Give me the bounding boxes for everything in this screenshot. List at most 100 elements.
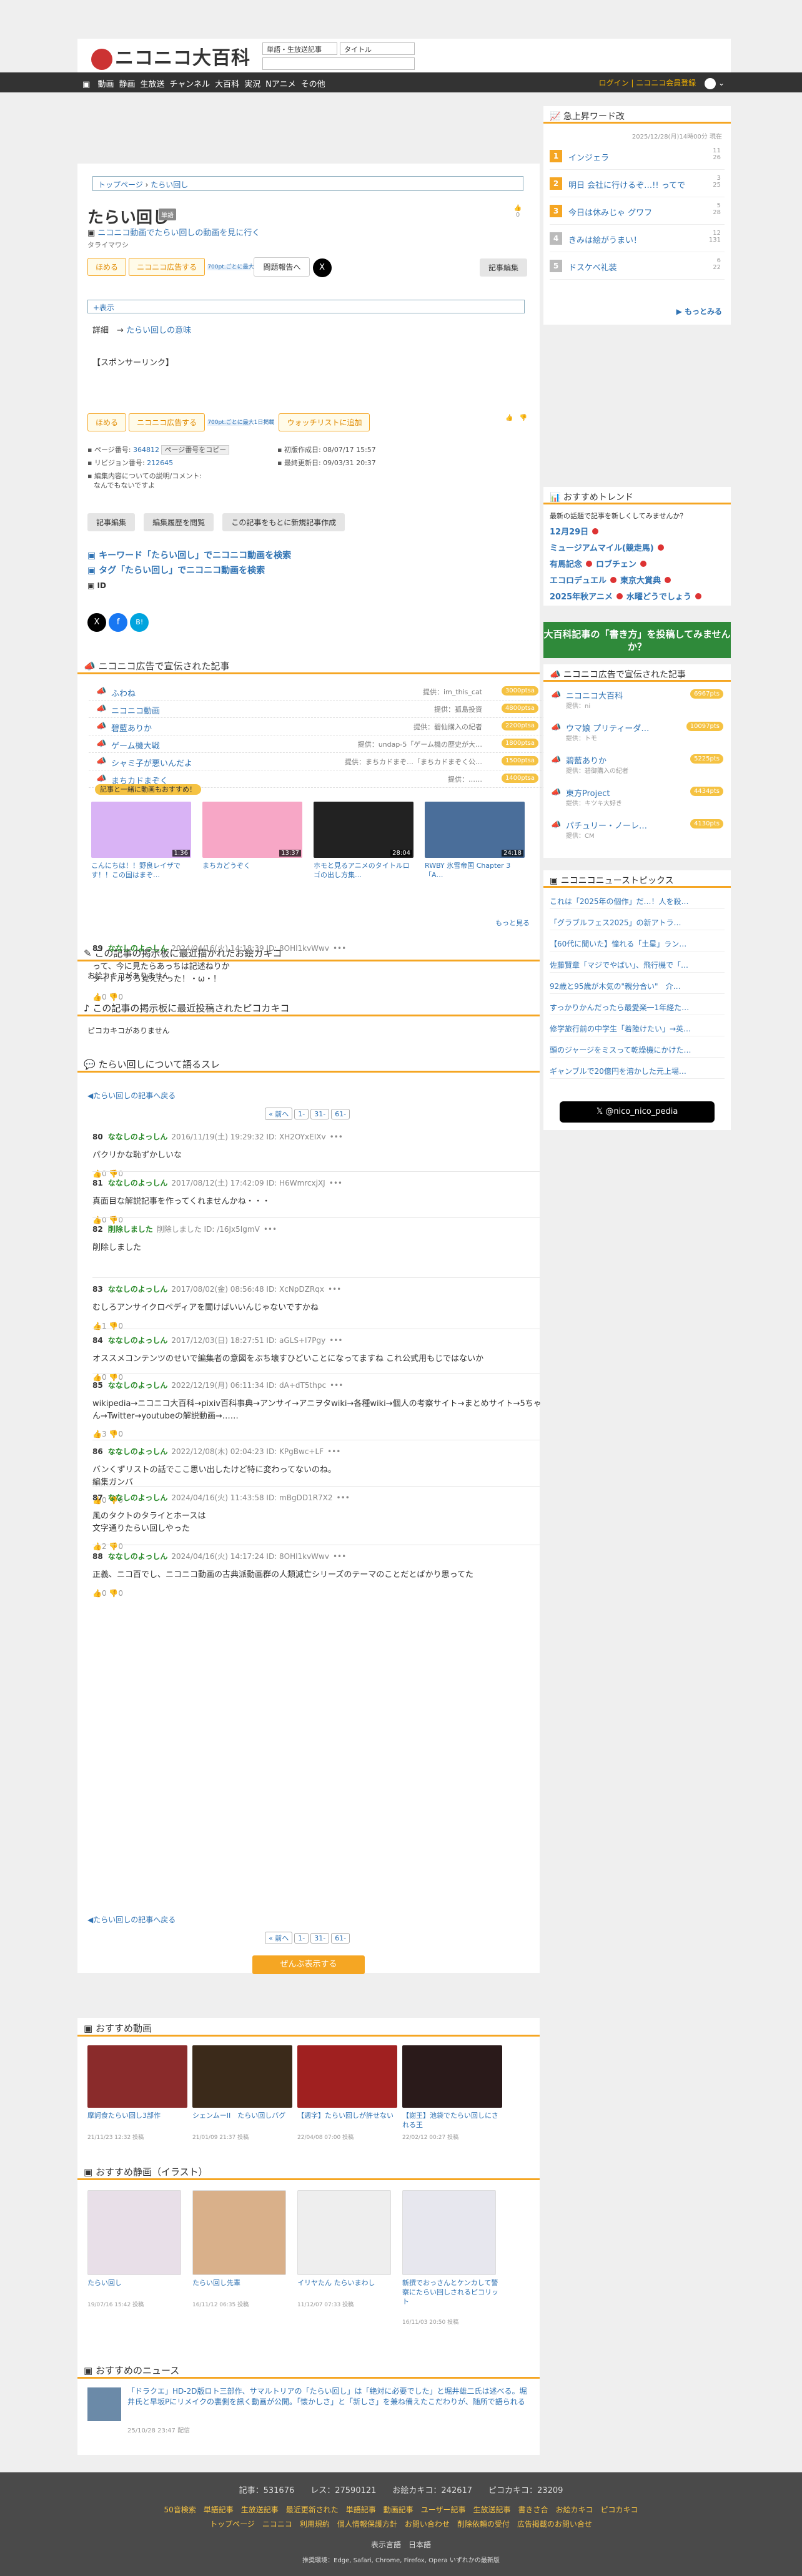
video-title[interactable]: まちカどうぞく	[202, 862, 302, 871]
news-topic[interactable]: 92歳と95歳が木気の"親分合い" 介…	[550, 978, 725, 994]
post-number[interactable]: 80	[92, 1133, 103, 1141]
watchlist-button[interactable]: ウォッチリストに追加	[279, 413, 370, 431]
video-thumbnail[interactable]	[192, 2045, 292, 2108]
nicoad-button-bottom[interactable]: ニコニコ広告する	[129, 413, 205, 431]
search-input[interactable]	[262, 57, 415, 70]
kw-more-link[interactable]: ▶ もっとみる	[676, 306, 722, 317]
nicoad-item[interactable]: 📣 ふわね 提供：im_this_cat 3000ptsa	[89, 683, 545, 701]
history-button[interactable]: 編集履歴を閲覧	[144, 513, 214, 531]
copy-page-no-button[interactable]: ページ番号をコピー	[161, 445, 230, 455]
news-topic[interactable]: 修学旅行前の中学生「着陸けたい」→英…	[550, 1020, 725, 1036]
home-icon[interactable]: ▣	[82, 80, 90, 89]
side-ad-title[interactable]: ウマ娘 プリティーダ…	[566, 722, 672, 734]
toc-toggle[interactable]: +表示	[87, 300, 525, 313]
keyword-item[interactable]: 5 ドスケベ礼装 6 22	[550, 255, 725, 280]
thumbs-up-icon[interactable]: 👍	[505, 415, 513, 421]
more-options-icon[interactable]: •••	[330, 1381, 343, 1390]
post-number[interactable]: 85	[92, 1381, 103, 1390]
back-to-article-link-bottom[interactable]: ◀たらい回しの記事へ戻る	[87, 1914, 176, 1925]
login-link[interactable]: ログイン	[599, 79, 629, 87]
nav-other[interactable]: その他	[301, 80, 325, 89]
nicoad-item[interactable]: 📣 ニコニコ動画 提供：孤島投資 4800ptsa	[89, 701, 545, 718]
detail-link[interactable]: たらい回しの意味	[126, 326, 191, 335]
footer-links-2[interactable]: トップページ ニコニコ 利用規約 個人情報保護方針 お問い合わせ 削除依頼の受付…	[0, 2519, 802, 2529]
avatar[interactable]	[705, 77, 716, 89]
news-topic[interactable]: 佐藤賢章「マジでやばい」、飛行機で「…	[550, 956, 725, 973]
news-topic[interactable]: 「グラブルフェス2025」の新アトラ…	[550, 914, 725, 930]
more-link[interactable]: もっと見る	[495, 918, 530, 928]
more-options-icon[interactable]: •••	[337, 1493, 350, 1502]
keyword-item[interactable]: 3 今日は休みじゃ グワフ 5 28	[550, 200, 725, 225]
facebook-icon[interactable]: f	[109, 613, 128, 632]
thumbs-down-icon[interactable]: 👎	[520, 415, 527, 421]
breadcrumb-current[interactable]: たらい回し	[151, 180, 188, 189]
news-topic[interactable]: 【60代に聞いた】憧れる「土星」ラン…	[550, 935, 725, 951]
side-ad-title[interactable]: 東方Project	[566, 787, 672, 799]
illust-thumbnail[interactable]	[192, 2190, 286, 2275]
thumbs-up-icon[interactable]: 👍	[508, 205, 527, 212]
post-number[interactable]: 83	[92, 1285, 103, 1294]
illust-thumbnail[interactable]	[297, 2190, 391, 2275]
register-link[interactable]: ニコニコ会員登録	[636, 79, 696, 87]
illust-title[interactable]: たらい回し先輩	[192, 2279, 292, 2288]
trend-item[interactable]: 東京大賞典	[620, 576, 661, 586]
video-title[interactable]: ホモと見るアニメのタイトルロゴの出し方集…	[314, 862, 413, 880]
illust-title[interactable]: 新撰でおっさんとケンカして警察にたらい回しされるピコリット	[402, 2279, 502, 2307]
nicoad-button[interactable]: ニコニコ広告する	[129, 258, 205, 276]
illust-title[interactable]: たらい回し	[87, 2279, 187, 2288]
show-all-button[interactable]: ぜんぶ表示する	[252, 1955, 365, 1974]
field-select[interactable]: タイトル	[340, 42, 415, 55]
nicoad-item[interactable]: 📣 ゲーム機大戦 提供：undap-5「ゲーム機の歴史が大… 1800ptsa	[89, 735, 545, 753]
x-follow-button[interactable]: 𝕏 @nico_nico_pedia	[560, 1101, 715, 1123]
report-button[interactable]: 問題報告へ	[254, 257, 310, 277]
video-thumbnail[interactable]	[297, 2045, 397, 2108]
more-options-icon[interactable]: •••	[333, 944, 346, 953]
video-thumbnail[interactable]: 24:18	[425, 802, 525, 858]
video-title[interactable]: 【謝王】池袋でたらい回しにされる王	[402, 2111, 502, 2130]
like-button-bottom[interactable]: ほめる	[87, 413, 127, 431]
post-number[interactable]: 89	[92, 944, 103, 953]
trend-item[interactable]: エコロデュエル	[550, 576, 606, 586]
nicoad-item[interactable]: 📣 シャミ子が悪いんだよ 提供：まちカドまぞ…「まちカドまぞく公… 1500ptsa	[89, 753, 545, 770]
illust-thumbnail[interactable]	[402, 2190, 496, 2275]
trend-item[interactable]: ロブチェン	[596, 560, 636, 569]
news-topic[interactable]: すっかりかんだったら最愛楽一1年経た…	[550, 999, 725, 1015]
site-logo[interactable]: ニコニコ大百科	[91, 42, 250, 70]
keyword-item[interactable]: 1 インジェラ 11 26	[550, 145, 725, 170]
x-icon[interactable]: X	[87, 613, 106, 632]
trend-item[interactable]: 2025年秋アニメ	[550, 592, 613, 602]
post-number[interactable]: 84	[92, 1336, 103, 1345]
post-reactions[interactable]: 👍0 👎0	[92, 1216, 548, 1224]
side-ad-title[interactable]: ニコニコ大百科	[566, 689, 672, 701]
post-reactions[interactable]: 👍0 👎0	[92, 993, 548, 1001]
post-number[interactable]: 82	[92, 1225, 103, 1234]
news-link[interactable]: 「ドラクエ」HD-2D版ロト三部作、サマルトリアの「たらい回し」は「絶対に必要で…	[127, 2386, 527, 2408]
keyword-item[interactable]: 4 きみは絵がうまい！ 12 131	[550, 227, 725, 252]
video-thumbnail[interactable]	[87, 2045, 187, 2108]
language-select[interactable]: 表示言語 日本語	[0, 2539, 802, 2550]
video-title[interactable]: 【週字】たらい回しが許せない	[297, 2111, 397, 2121]
trend-item[interactable]: 12月29日	[550, 528, 588, 537]
edit-button-bottom[interactable]: 記事編集	[87, 513, 136, 531]
post-reactions[interactable]: 👍2 👎0	[92, 1542, 548, 1551]
video-title[interactable]: 摩訶食たらい回し3部作	[87, 2111, 187, 2121]
post-number[interactable]: 88	[92, 1552, 103, 1561]
nav-jikkyo[interactable]: 実況	[244, 80, 260, 89]
post-reactions[interactable]: 👍0 👎0	[92, 1169, 548, 1178]
post-number[interactable]: 81	[92, 1179, 103, 1187]
illust-title[interactable]: イリヤたん たらいまわし	[297, 2279, 397, 2288]
news-topic[interactable]: ギャンブルで20億円を溶かした元上場…	[550, 1063, 725, 1079]
back-to-article-link[interactable]: ◀たらい回しの記事へ戻る	[87, 1090, 176, 1101]
trend-item[interactable]: 水曜どうでしょう	[626, 592, 691, 602]
nav-dic[interactable]: 大百科	[215, 80, 239, 89]
trend-item[interactable]: ミュージアムマイル(競走馬)	[550, 544, 654, 553]
more-options-icon[interactable]: •••	[330, 1133, 343, 1141]
post-number[interactable]: 87	[92, 1493, 103, 1502]
video-thumbnail[interactable]: 13:37	[202, 802, 302, 858]
video-title[interactable]: シェンムーII たらい回しバグ	[192, 2111, 292, 2121]
more-options-icon[interactable]: •••	[329, 1179, 342, 1187]
video-thumbnail[interactable]: 1:36	[91, 802, 191, 858]
news-thumbnail[interactable]	[87, 2387, 121, 2421]
more-options-icon[interactable]: •••	[264, 1225, 277, 1234]
illust-thumbnail[interactable]	[87, 2190, 181, 2275]
